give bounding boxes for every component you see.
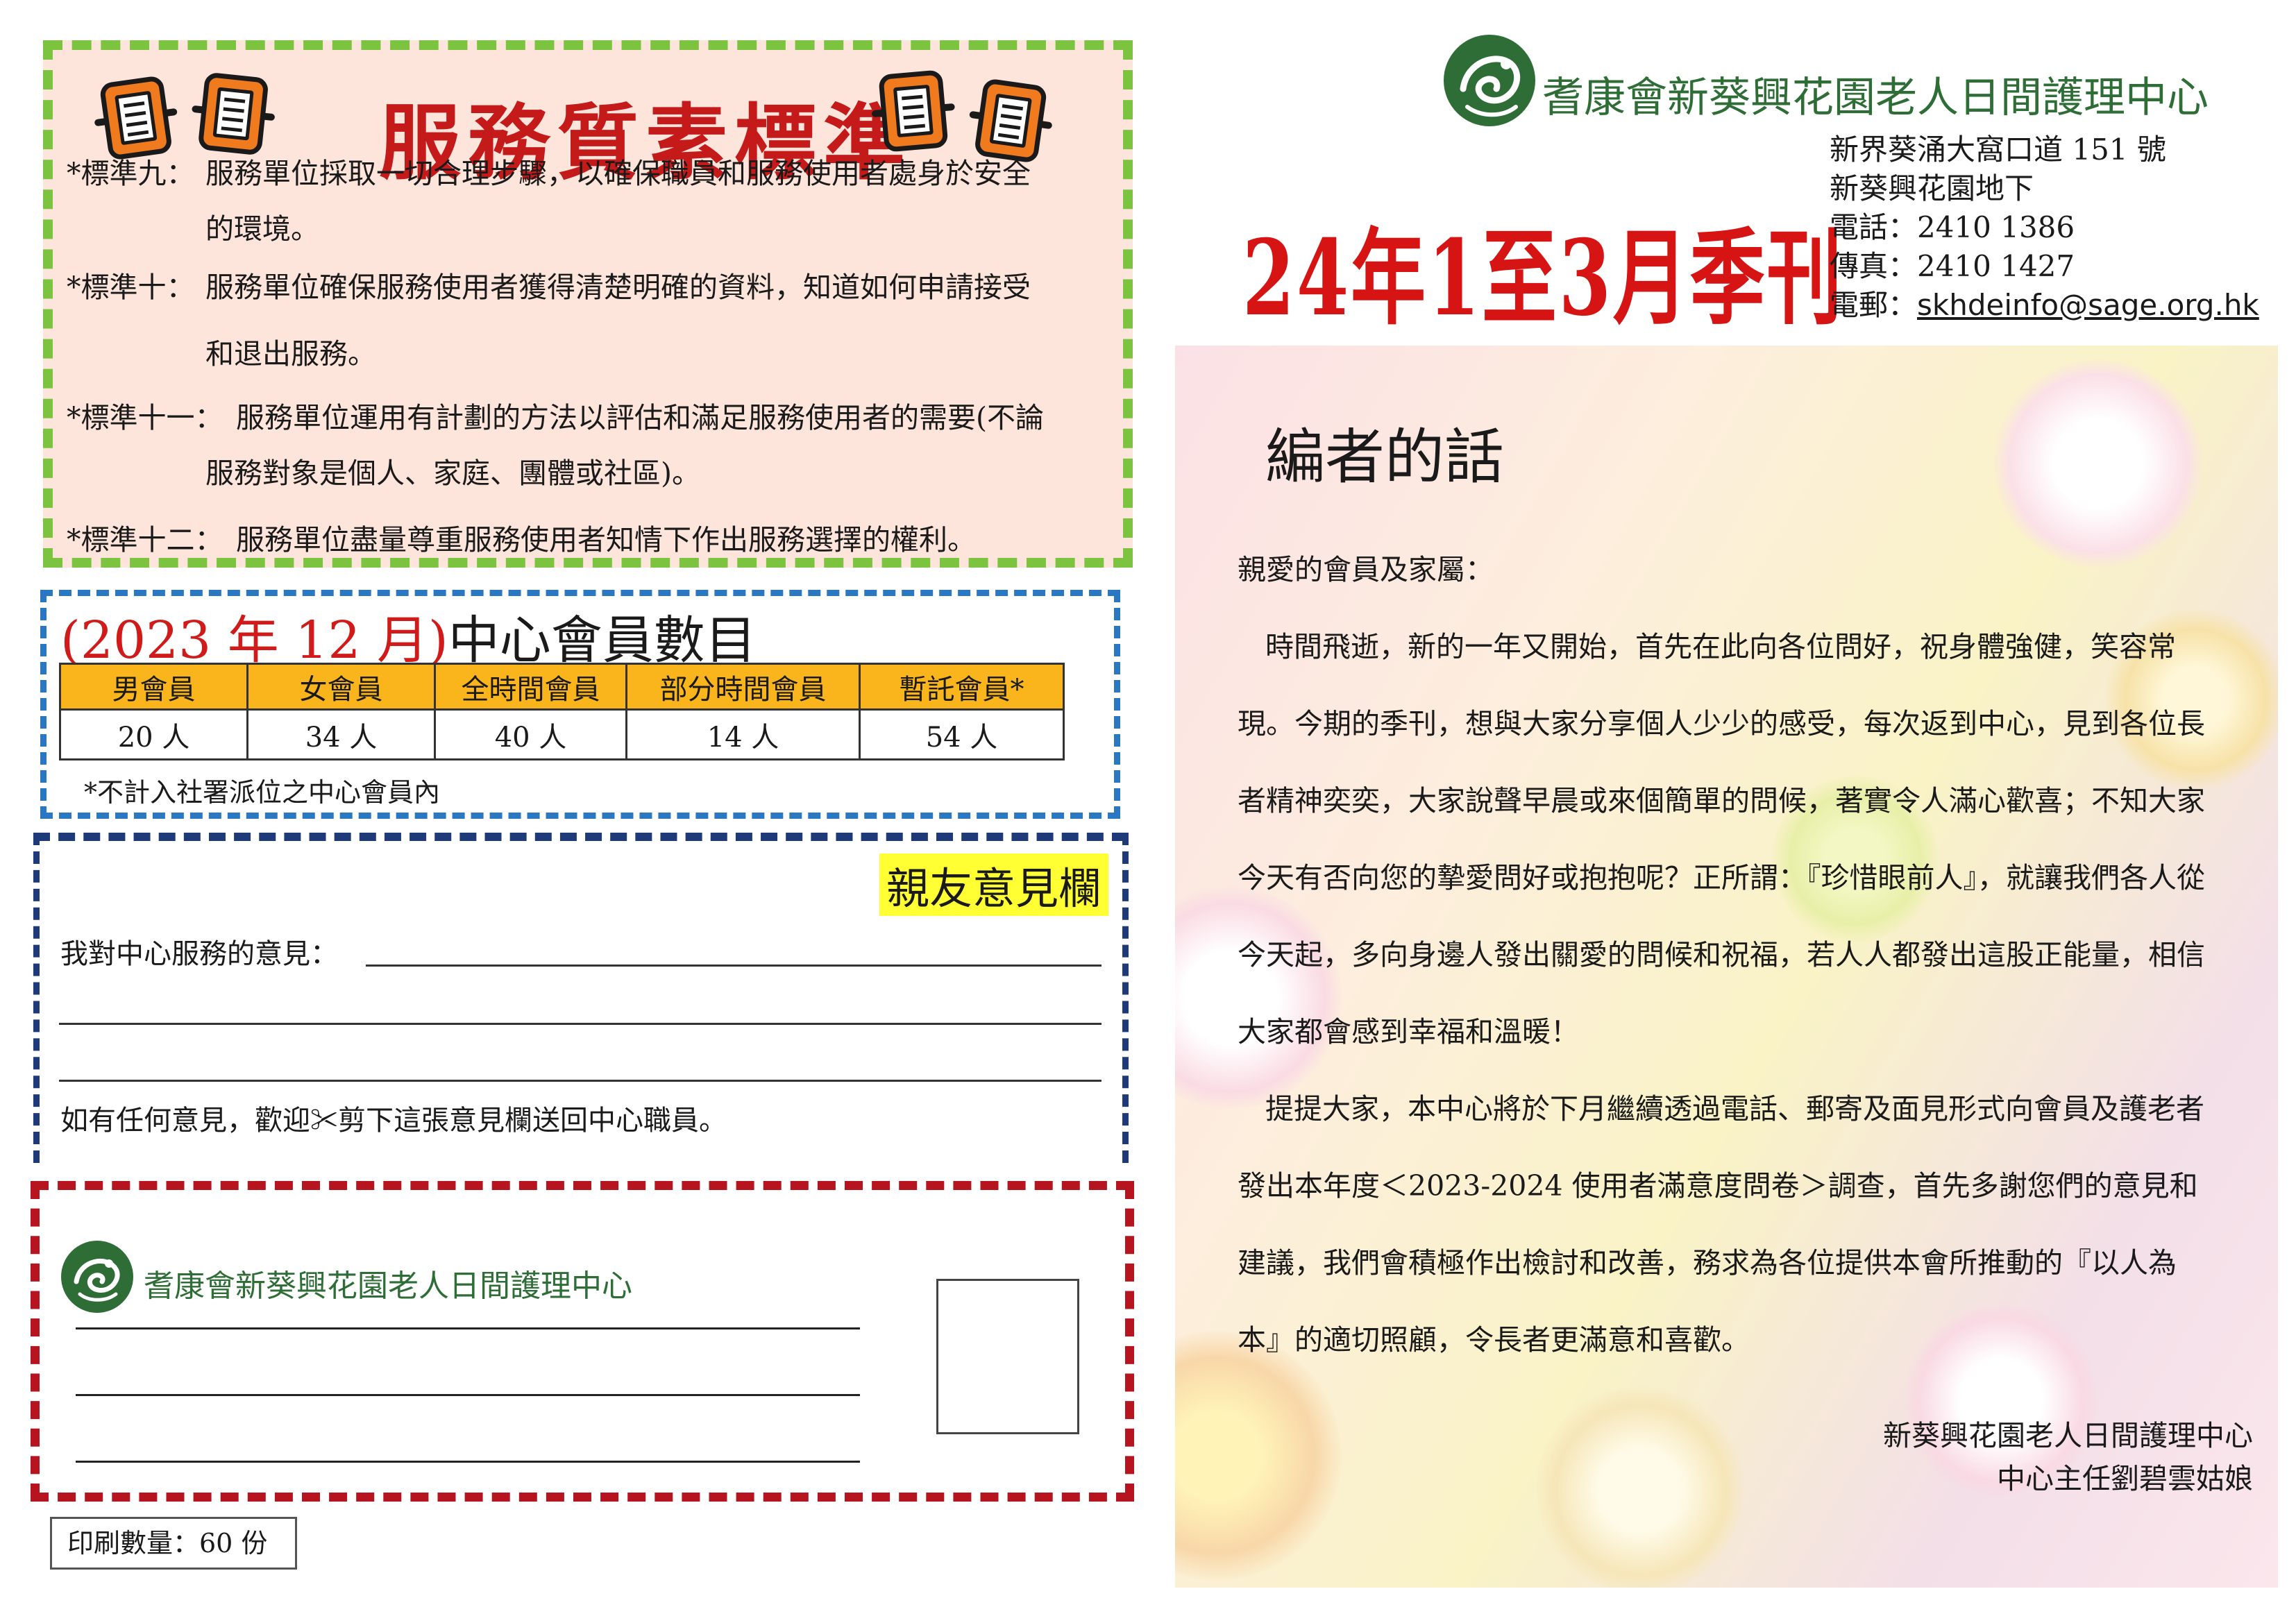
- editor-panel: 編者的話 親愛的會員及家屬： 時間飛逝，新的一年又開始，首先在此向各位問好，祝身…: [1175, 346, 2278, 1588]
- feedback-box: 親友意見欄 我對中心服務的意見： 如有任何意見，歡迎✂剪下這張意見欄送回中心職員…: [33, 833, 1129, 1163]
- table-row: 20 人 34 人 40 人 14 人 54 人: [59, 708, 1065, 760]
- standard-text: 服務單位採取一切合理步驟，以確保職員和服務使用者處身於安全: [205, 157, 1031, 190]
- table-cell: 14 人: [625, 708, 861, 760]
- email-link[interactable]: skhdeinfo@sage.org.hk: [1917, 288, 2259, 322]
- document-mascot-icon: [868, 63, 959, 160]
- table-cell: 20 人: [59, 708, 248, 760]
- mailing-card: 耆康會新葵興花園老人日間護理中心: [31, 1181, 1134, 1502]
- editor-greeting: 親愛的會員及家屬：: [1238, 553, 1494, 586]
- member-count-heading: 中心會員數目: [448, 611, 757, 670]
- address-line[interactable]: [76, 1327, 860, 1329]
- contact-info: 新界葵涌大窩口道 151 號 新葵興花園地下 電話：2410 1386 傳真：2…: [1830, 130, 2259, 325]
- signature-org: 新葵興花園老人日間護理中心: [1883, 1419, 2253, 1452]
- address-line[interactable]: [76, 1394, 860, 1396]
- editor-title: 編者的話: [1265, 423, 1504, 492]
- table-header-row: 男會員 女會員 全時間會員 部分時間會員 暫託會員*: [59, 663, 1065, 711]
- mail-org-name: 耆康會新葵興花園老人日間護理中心: [144, 1268, 632, 1304]
- editor-paragraph: 提提大家，本中心將於下月繼續透過電話、郵寄及面見形式向會員及護老者發出本年度＜2…: [1238, 1092, 2204, 1357]
- address-line-1: 新界葵涌大窩口道 151 號: [1830, 133, 2166, 167]
- member-count-note: *不計入社署派位之中心會員內: [84, 777, 441, 808]
- member-count-title: (2023 年 12 月)中心會員數目: [60, 599, 757, 673]
- service-standards-box: 服務質素標準 *標準九： 服務單位採取一切合理步驟，以確保職員和服務使用者處身於…: [43, 40, 1133, 568]
- org-name: 耆康會新葵興花園老人日間護理中心: [1542, 74, 2209, 122]
- feedback-footer: 如有任何意見，歡迎✂剪下這張意見欄送回中心職員。: [60, 1105, 727, 1137]
- email-row: 電郵：skhdeinfo@sage.org.hk: [1830, 286, 2259, 325]
- standard-label: *標準九：: [67, 157, 195, 190]
- flower-decoration: [1536, 1386, 1744, 1588]
- document-mascot-icon: [187, 65, 280, 164]
- fax: 傳真：2410 1427: [1830, 249, 2075, 283]
- stamp-box: [936, 1279, 1079, 1434]
- feedback-write-line[interactable]: [366, 965, 1101, 967]
- table-cell: 54 人: [859, 708, 1065, 760]
- table-header-cell: 暫託會員*: [859, 663, 1065, 711]
- standard-text-continued: 服務對象是個人、家庭、團體或社區)。: [205, 457, 700, 490]
- address-line-2: 新葵興花園地下: [1830, 171, 2034, 205]
- standard-text-continued: 的環境。: [205, 212, 319, 246]
- table-cell: 34 人: [246, 708, 436, 760]
- feedback-write-line[interactable]: [59, 1023, 1101, 1025]
- editor-body: 親愛的會員及家屬： 時間飛逝，新的一年又開始，首先在此向各位問好，祝身體強健，笑…: [1238, 532, 2209, 1379]
- table-header-cell: 男會員: [59, 663, 248, 711]
- table-header-cell: 部分時間會員: [625, 663, 861, 711]
- member-count-period: (2023 年 12 月): [60, 611, 448, 670]
- standard-text: 服務單位確保服務使用者獲得清楚明確的資料，知道如何申請接受: [205, 271, 1031, 304]
- standard-label: *標準十：: [67, 271, 195, 304]
- signature-name: 中心主任劉碧雲姑娘: [1997, 1462, 2253, 1495]
- feedback-title: 親友意見欄: [879, 853, 1108, 916]
- member-count-box: (2023 年 12 月)中心會員數目 男會員 女會員 全時間會員 部分時間會員…: [40, 590, 1120, 819]
- table-header-cell: 全時間會員: [434, 663, 627, 711]
- email-label: 電郵：: [1830, 288, 1918, 322]
- standard-label: *標準十一：: [67, 401, 223, 434]
- table-header-cell: 女會員: [246, 663, 436, 711]
- feedback-label: 我對中心服務的意見：: [60, 938, 338, 970]
- feedback-write-line[interactable]: [59, 1080, 1101, 1082]
- sage-logo-icon: [61, 1241, 133, 1313]
- editor-paragraph: 時間飛逝，新的一年又開始，首先在此向各位問好，祝身體強健，笑容常現。今期的季刊，…: [1238, 630, 2205, 1048]
- sage-logo-icon: [1444, 35, 1535, 126]
- address-line[interactable]: [76, 1461, 860, 1463]
- standard-text: 服務單位盡量尊重服務使用者知情下作出服務選擇的權利。: [236, 523, 976, 556]
- phone: 電話：2410 1386: [1830, 210, 2075, 244]
- standard-label: *標準十二：: [67, 523, 223, 556]
- standard-text-continued: 和退出服務。: [205, 337, 376, 371]
- table-cell: 40 人: [434, 708, 627, 760]
- editor-signature: 新葵興花園老人日間護理中心 中心主任劉碧雲姑娘: [1883, 1414, 2253, 1500]
- standard-text: 服務單位運用有計劃的方法以評估和滿足服務使用者的需要(不論: [236, 401, 1044, 434]
- issue-title: 24年1至3月季刊: [1242, 217, 1844, 339]
- print-quantity: 印刷數量：60 份: [50, 1517, 297, 1570]
- member-count-table: 男會員 女會員 全時間會員 部分時間會員 暫託會員* 20 人 34 人 40 …: [59, 663, 1065, 760]
